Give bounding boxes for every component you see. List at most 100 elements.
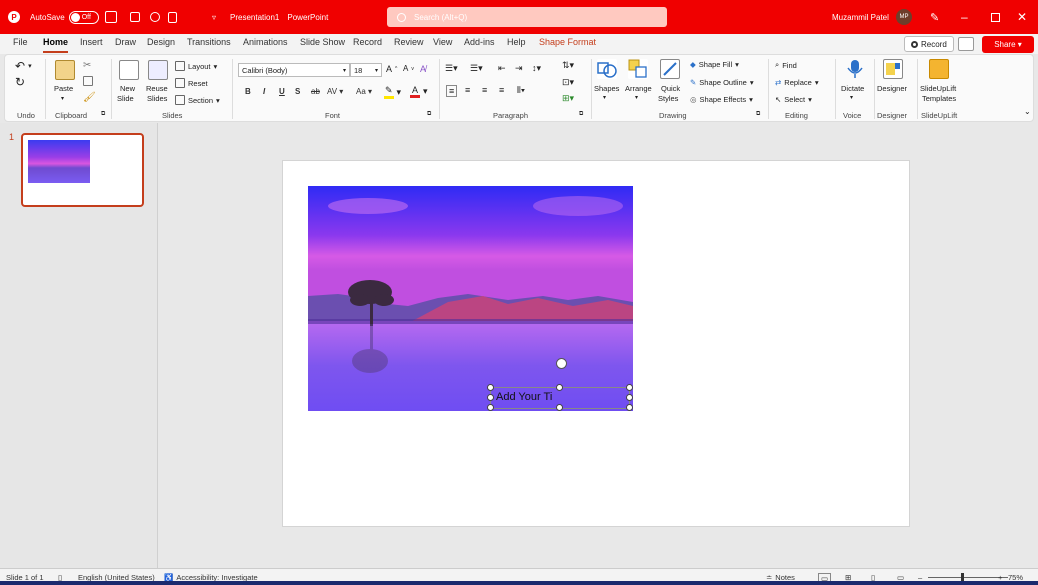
slide-picture[interactable] [308,186,633,411]
align-left-icon[interactable]: ≡ [446,85,458,97]
tab-animations[interactable]: Animations [243,37,288,53]
quick-styles-label-2[interactable]: Styles [658,94,678,103]
slideuplift-templates-label-1[interactable]: SlideUpLift [920,84,956,93]
resize-handle-bottom-right[interactable] [626,404,633,411]
font-size-dropdown[interactable]: 18 ▾ [350,63,382,77]
align-right-icon[interactable]: ≡ [482,85,487,95]
resize-handle-top-right[interactable] [626,384,633,391]
dictate-button[interactable]: Dictate [841,84,864,93]
new-slide-icon[interactable] [119,60,139,80]
touch-mode-icon[interactable] [168,0,177,34]
paste-icon[interactable] [55,60,75,80]
tab-add-ins[interactable]: Add-ins [464,37,495,53]
autosave-switch[interactable]: Off [68,10,99,24]
dictate-chevron-icon[interactable]: ▾ [850,94,853,101]
shape-fill-button[interactable]: ◆ Shape Fill ▾ [690,60,739,69]
search-input[interactable]: Search (Alt+Q) [387,7,667,27]
resize-handle-left[interactable] [487,394,494,401]
user-name[interactable]: Muzammil Patel [832,0,889,34]
resize-handle-bottom[interactable] [556,404,563,411]
paragraph-launcher-icon[interactable]: ⧉ [579,111,583,118]
maximize-button[interactable] [991,0,1000,34]
reuse-label-2[interactable]: Slides [147,94,167,103]
align-center-icon[interactable]: ≡ [465,85,470,95]
slide[interactable]: Add Your Ti [282,160,910,527]
increase-indent-icon[interactable]: ⇥ [515,63,523,74]
smartart-icon[interactable]: ⊞▾ [562,93,574,104]
arrange-chevron-icon[interactable]: ▾ [635,94,638,101]
shape-outline-button[interactable]: ✎ Shape Outline ▾ [690,78,754,87]
designer-icon[interactable] [883,59,903,79]
resize-handle-bottom-left[interactable] [487,404,494,411]
format-painter-icon[interactable]: 🖌 [83,92,96,103]
line-spacing-icon[interactable]: ↕▾ [532,63,541,74]
text-shadow-button[interactable]: S [295,87,300,96]
tab-record[interactable]: Record [353,37,382,53]
arrange-icon[interactable] [628,59,648,79]
minimize-button[interactable]: – [961,0,968,34]
save-icon[interactable] [105,0,117,34]
reuse-slides-icon[interactable] [148,60,168,80]
quick-styles-label-1[interactable]: Quick [661,84,680,93]
section-button[interactable]: Section ▾ [175,95,220,105]
find-button[interactable]: ⌕ Find [775,60,797,70]
designer-button[interactable]: Designer [877,84,907,93]
shapes-chevron-icon[interactable]: ▾ [603,94,606,101]
bold-button[interactable]: B [245,87,251,96]
select-button[interactable]: ↖ Select ▾ [775,95,812,104]
change-case-icon[interactable]: Aa ▾ [356,87,372,96]
resize-handle-top-left[interactable] [487,384,494,391]
tab-review[interactable]: Review [394,37,424,53]
bullets-icon[interactable]: ☰▾ [445,63,458,74]
align-text-icon[interactable]: ⊡▾ [562,77,574,88]
layout-button[interactable]: Layout ▾ [175,61,217,71]
tab-help[interactable]: Help [507,37,526,53]
replace-button[interactable]: ⇄ Replace ▾ [775,78,819,87]
justify-icon[interactable]: ≡ [499,85,504,95]
highlight-color-icon[interactable]: ✎ ▾ [384,85,401,99]
clipboard-launcher-icon[interactable]: ⧉ [101,111,105,118]
decrease-indent-icon[interactable]: ⇤ [498,63,506,74]
avatar[interactable]: MP [896,9,912,25]
slideuplift-templates-label-2[interactable]: Templates [922,94,956,103]
tab-insert[interactable]: Insert [80,37,103,53]
clear-formatting-icon[interactable]: A̸ [420,64,426,74]
share-button[interactable]: Share ▾ [982,36,1034,53]
tab-transitions[interactable]: Transitions [187,37,231,53]
increase-font-icon[interactable]: A ^ [386,64,397,74]
columns-icon[interactable]: ⫴▾ [517,85,525,96]
pen-icon[interactable]: ✎ [930,0,939,34]
shapes-button[interactable]: Shapes [594,84,619,93]
decrease-font-icon[interactable]: Av [403,64,414,73]
arrange-button[interactable]: Arrange [625,84,652,93]
shape-effects-button[interactable]: ◎ Shape Effects ▾ [690,95,753,104]
slideuplift-icon[interactable] [929,59,949,79]
undo-icon[interactable]: ↶ ▾ [15,59,32,73]
resize-handle-top[interactable] [556,384,563,391]
drawing-launcher-icon[interactable]: ⧉ [756,111,760,118]
tab-view[interactable]: View [433,37,452,53]
comments-icon[interactable] [958,37,974,51]
present-icon[interactable] [130,0,140,34]
zoom-slider[interactable] [928,573,1008,582]
numbering-icon[interactable]: ☰▾ [470,63,483,74]
close-button[interactable]: ✕ [1017,0,1027,34]
underline-button[interactable]: U [279,87,285,96]
reset-button[interactable]: Reset [175,78,208,88]
tab-design[interactable]: Design [147,37,175,53]
font-color-icon[interactable]: A ▾ [410,85,428,98]
character-spacing-icon[interactable]: AV ▾ [327,87,343,96]
italic-button[interactable]: I [263,87,265,96]
title-text[interactable]: Add Your Ti [496,391,552,403]
copy-icon[interactable] [83,76,93,86]
new-slide-label-1[interactable]: New [120,84,135,93]
tab-draw[interactable]: Draw [115,37,136,53]
record-button[interactable]: Record [904,36,954,52]
resize-handle-right[interactable] [626,394,633,401]
from-beginning-icon[interactable] [150,0,160,34]
redo-icon[interactable]: ↻ [15,75,25,89]
new-slide-label-2[interactable]: Slide [117,94,134,103]
slide-thumbnail[interactable] [21,133,144,207]
tab-shape-format[interactable]: Shape Format [539,37,596,53]
cut-icon[interactable]: ✂ [83,60,91,71]
